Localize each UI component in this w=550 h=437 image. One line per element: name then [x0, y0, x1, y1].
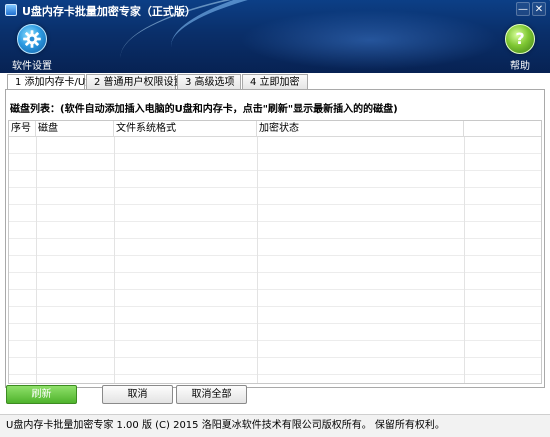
column-divider	[257, 137, 258, 383]
app-icon	[5, 4, 17, 16]
tab-bar: 1 添加内存卡/U盘 2 普通用户权限设置 3 高级选项 4 立即加密	[7, 74, 309, 91]
status-bar: U盘内存卡批量加密专家 1.00 版 (C) 2015 洛阳夏冰软件技术有限公司…	[0, 414, 550, 437]
tab-user-permissions[interactable]: 2 普通用户权限设置	[86, 74, 184, 90]
window-controls: — ✕	[516, 2, 546, 16]
settings-button[interactable]: 软件设置	[2, 24, 62, 72]
minimize-button[interactable]: —	[516, 2, 530, 16]
settings-label: 软件设置	[12, 61, 52, 72]
column-header-disk[interactable]: 磁盘	[36, 121, 114, 136]
column-divider	[114, 137, 115, 383]
tab-encrypt-now[interactable]: 4 立即加密	[242, 74, 308, 90]
refresh-button[interactable]: 刷新	[6, 385, 77, 404]
cancel-all-button[interactable]: 取消全部	[176, 385, 247, 404]
column-header-filesystem[interactable]: 文件系统格式	[114, 121, 257, 136]
cancel-button[interactable]: 取消	[102, 385, 173, 404]
table-header: 序号 磁盘 文件系统格式 加密状态	[9, 121, 541, 137]
column-header-spacer	[464, 121, 541, 136]
question-icon: ?	[505, 24, 535, 54]
column-divider	[464, 137, 465, 383]
disk-table[interactable]: 序号 磁盘 文件系统格式 加密状态	[8, 120, 542, 384]
table-body	[9, 137, 541, 383]
column-header-encryption-status[interactable]: 加密状态	[257, 121, 464, 136]
question-glyph: ?	[515, 29, 525, 48]
help-button[interactable]: ? 帮助	[490, 24, 550, 72]
header-banner: U盘内存卡批量加密专家（正式版） — ✕ 软件设置 ? 帮助	[0, 0, 550, 73]
window-title: U盘内存卡批量加密专家（正式版）	[22, 5, 196, 18]
tab-advanced-options[interactable]: 3 高级选项	[177, 74, 241, 90]
disk-list-label: 磁盘列表：(软件自动添加插入电脑的U盘和内存卡，点击"刷新"显示最新插入的的磁盘…	[10, 104, 398, 115]
column-divider	[36, 137, 37, 383]
help-label: 帮助	[510, 61, 530, 72]
column-header-index[interactable]: 序号	[9, 121, 36, 136]
gear-icon	[17, 24, 47, 54]
tab-panel: 磁盘列表：(软件自动添加插入电脑的U盘和内存卡，点击"刷新"显示最新插入的的磁盘…	[5, 89, 545, 388]
close-button[interactable]: ✕	[532, 2, 546, 16]
